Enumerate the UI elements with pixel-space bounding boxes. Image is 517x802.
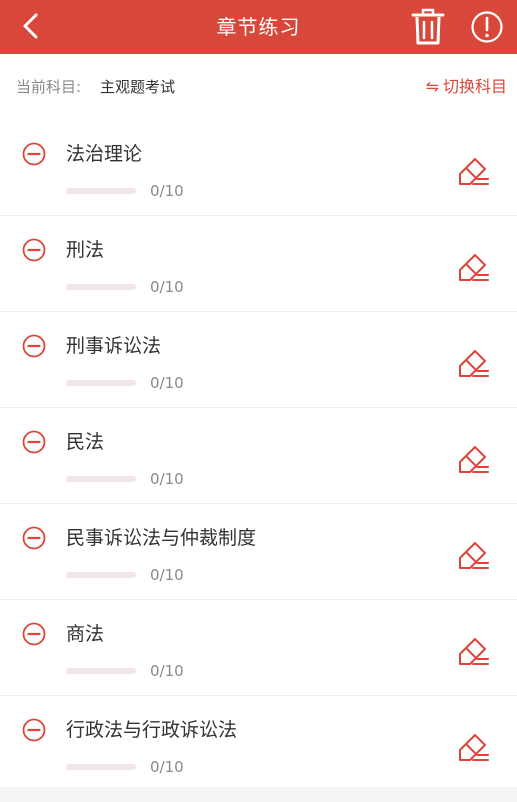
trash-icon[interactable]	[410, 8, 446, 46]
list-bottom-gap	[0, 787, 517, 802]
pencil-edit-icon[interactable]	[455, 155, 491, 191]
chapter-item[interactable]: 刑法 0/10	[0, 216, 517, 312]
progress-count: 0/10	[150, 470, 184, 488]
progress-bar	[66, 668, 136, 674]
progress-count: 0/10	[150, 374, 184, 392]
chapter-item[interactable]: 民事诉讼法与仲裁制度 0/10	[0, 504, 517, 600]
progress-bar	[66, 764, 136, 770]
pencil-edit-icon[interactable]	[455, 539, 491, 575]
pencil-edit-icon[interactable]	[455, 251, 491, 287]
chapter-name: 民事诉讼法与仲裁制度	[66, 527, 257, 549]
chapter-name: 行政法与行政诉讼法	[66, 719, 238, 741]
chapter-item[interactable]: 行政法与行政诉讼法 0/10	[0, 696, 517, 792]
chapter-list: 法治理论 0/10 刑法 0/10 刑事诉讼法 0/10 民法 0/10 民事诉…	[0, 120, 517, 792]
info-icon[interactable]	[470, 10, 504, 44]
pencil-edit-icon[interactable]	[455, 731, 491, 767]
chapter-name: 法治理论	[66, 143, 143, 165]
pencil-edit-icon[interactable]	[455, 443, 491, 479]
current-subject-value: 主观题考试	[100, 78, 176, 96]
remove-circle-icon[interactable]	[22, 238, 46, 262]
remove-circle-icon[interactable]	[22, 526, 46, 550]
chapter-item[interactable]: 民法 0/10	[0, 408, 517, 504]
chapter-name: 刑事诉讼法	[66, 335, 162, 357]
chapter-name: 民法	[66, 431, 105, 453]
progress-count: 0/10	[150, 278, 184, 296]
chapter-item[interactable]: 法治理论 0/10	[0, 120, 517, 216]
progress-bar	[66, 380, 136, 386]
swap-arrows-icon: ⇋	[425, 77, 439, 96]
remove-circle-icon[interactable]	[22, 718, 46, 742]
progress-bar	[66, 476, 136, 482]
current-subject-label: 当前科目:	[16, 78, 82, 96]
progress-count: 0/10	[150, 566, 184, 584]
progress-bar	[66, 284, 136, 290]
remove-circle-icon[interactable]	[22, 334, 46, 358]
chapter-item[interactable]: 商法 0/10	[0, 600, 517, 696]
switch-subject-button[interactable]: ⇋ 切换科目	[426, 54, 507, 120]
progress-count: 0/10	[150, 662, 184, 680]
app-header: 章节练习	[0, 0, 517, 54]
remove-circle-icon[interactable]	[22, 142, 46, 166]
progress-bar	[66, 572, 136, 578]
pencil-edit-icon[interactable]	[455, 347, 491, 383]
subject-bar: 当前科目: 主观题考试 ⇋ 切换科目	[0, 54, 517, 121]
remove-circle-icon[interactable]	[22, 622, 46, 646]
progress-count: 0/10	[150, 182, 184, 200]
chapter-name: 商法	[66, 623, 105, 645]
switch-subject-label: 切换科目	[442, 77, 507, 96]
chapter-name: 刑法	[66, 239, 105, 261]
progress-count: 0/10	[150, 758, 184, 776]
remove-circle-icon[interactable]	[22, 430, 46, 454]
pencil-edit-icon[interactable]	[455, 635, 491, 671]
progress-bar	[66, 188, 136, 194]
chapter-item[interactable]: 刑事诉讼法 0/10	[0, 312, 517, 408]
